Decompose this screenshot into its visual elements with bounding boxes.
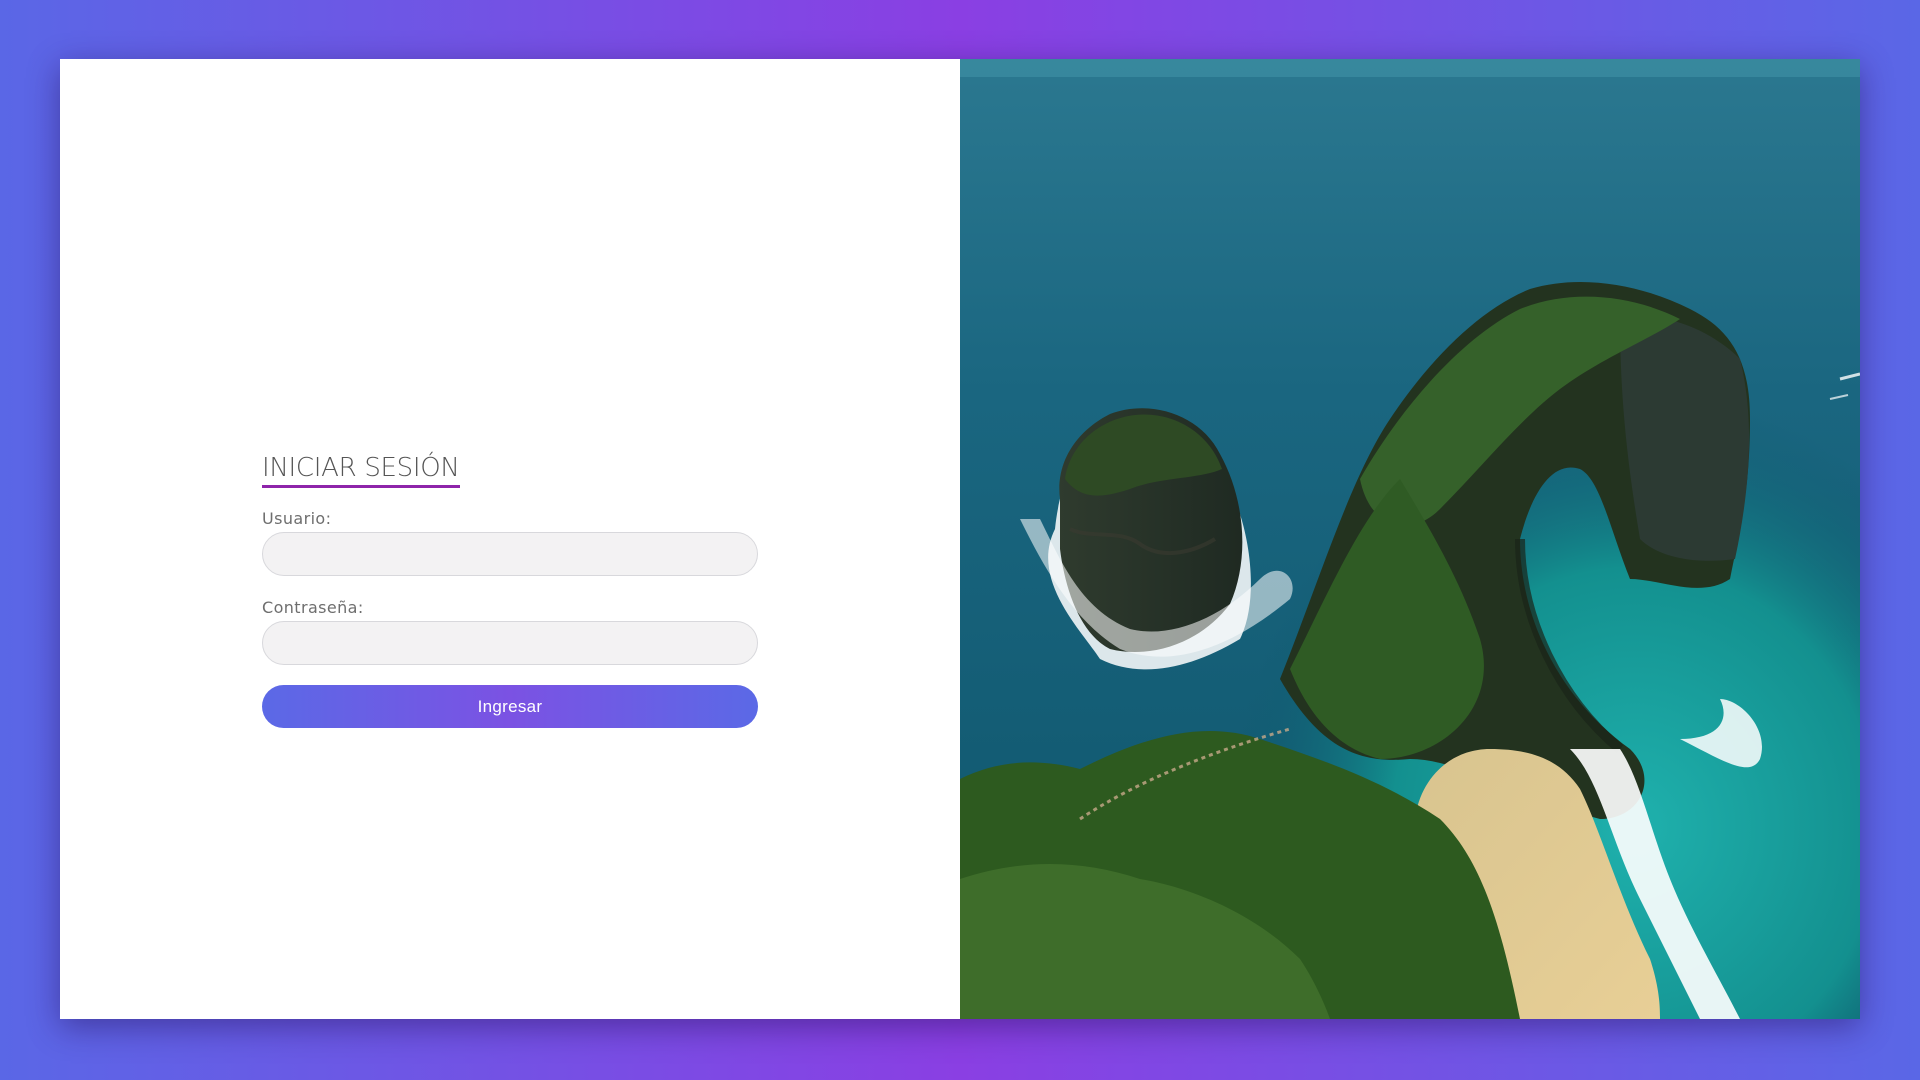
login-pane: INICIAR SESIÓN Usuario: Contraseña: Ingr…	[60, 59, 960, 1019]
title-block: INICIAR SESIÓN	[262, 452, 460, 488]
hero-image	[960, 59, 1860, 1019]
username-label: Usuario:	[262, 509, 332, 528]
login-form: INICIAR SESIÓN Usuario: Contraseña: Ingr…	[262, 452, 758, 728]
page-title: INICIAR SESIÓN	[262, 453, 460, 483]
title-underline	[262, 485, 460, 488]
coastal-landscape-illustration	[960, 59, 1860, 1019]
username-field[interactable]	[262, 532, 758, 576]
login-card: INICIAR SESIÓN Usuario: Contraseña: Ingr…	[60, 59, 1860, 1019]
password-label: Contraseña:	[262, 598, 364, 617]
login-button[interactable]: Ingresar	[262, 685, 758, 728]
password-field[interactable]	[262, 621, 758, 665]
